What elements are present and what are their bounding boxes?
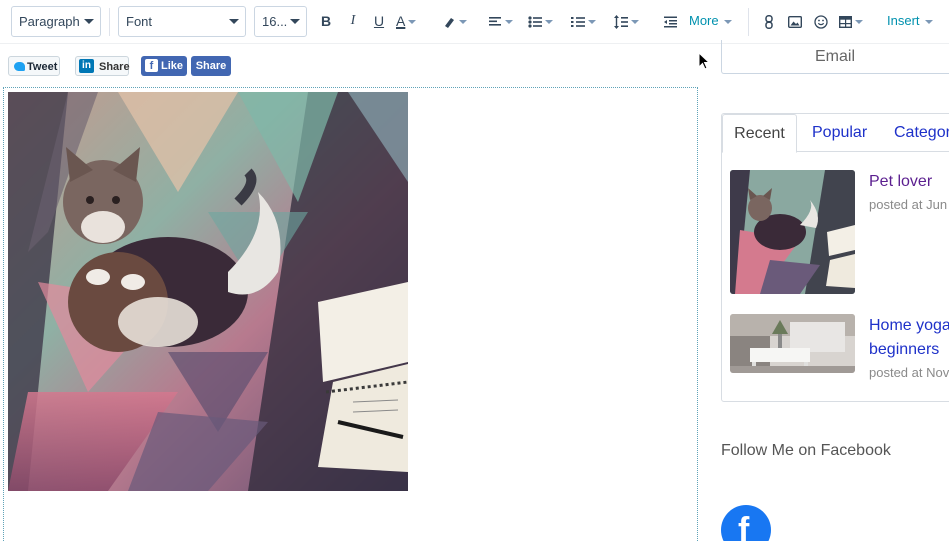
email-label: Email: [814, 48, 855, 65]
highlighter-icon: [445, 18, 454, 29]
tab-recent[interactable]: Recent: [722, 114, 797, 153]
chevron-down-icon: [631, 20, 639, 25]
font-family-select[interactable]: Font: [118, 6, 246, 37]
facebook-share-label: Share: [195, 60, 227, 72]
facebook-share-button[interactable]: Share: [191, 56, 231, 76]
link-icon: [765, 15, 773, 30]
tab-categories[interactable]: Categor: [894, 114, 949, 152]
insert-label: Insert: [887, 13, 920, 28]
post-date: posted at Nov: [869, 365, 949, 380]
numbered-list-icon: [571, 17, 585, 28]
highlight-color-button[interactable]: [442, 9, 476, 33]
post-thumbnail[interactable]: [730, 314, 855, 373]
align-left-icon: [489, 17, 501, 26]
facebook-like-button[interactable]: f Like: [141, 56, 187, 76]
paragraph-format-value: Paragraph: [19, 14, 80, 29]
font-size-value: 16...: [262, 14, 288, 29]
italic-button[interactable]: I: [345, 9, 361, 33]
toolbar-divider: [748, 8, 749, 36]
more-menu-button[interactable]: More: [689, 9, 732, 33]
chevron-down-icon: [545, 20, 553, 25]
tweet-button[interactable]: Tweet: [8, 56, 60, 76]
bold-icon: B: [320, 13, 332, 29]
linkedin-icon: in: [79, 59, 94, 73]
chevron-down-icon: [588, 20, 596, 25]
cat-photo[interactable]: [8, 92, 408, 491]
chevron-down-icon: [290, 19, 300, 24]
more-label: More: [689, 13, 719, 28]
paragraph-format-select[interactable]: Paragraph: [11, 6, 101, 37]
living-room-thumbnail-illustration: [730, 314, 855, 373]
outdent-button[interactable]: [662, 9, 678, 33]
toolbar-divider: [109, 8, 110, 36]
tab-popular-label: Popular: [812, 124, 868, 141]
chevron-down-icon: [84, 19, 94, 24]
insert-menu-button[interactable]: Insert: [887, 9, 933, 33]
text-color-icon: A: [396, 13, 406, 29]
linkedin-share-button[interactable]: in Share: [75, 56, 130, 76]
facebook-icon: f: [738, 511, 750, 541]
posts-tabs-widget: Recent Popular Categor Pet lover posted …: [721, 113, 949, 402]
facebook-icon: f: [145, 59, 158, 72]
post-date: posted at Jun: [869, 197, 947, 212]
bullet-list-button[interactable]: [528, 9, 558, 33]
outdent-icon: [663, 16, 677, 28]
insert-link-button[interactable]: [762, 9, 776, 33]
post-1-meta: posted at Jun: [869, 197, 948, 212]
follow-facebook-heading: Follow Me on Facebook: [721, 442, 891, 459]
chevron-down-icon: [924, 19, 933, 24]
tweet-label: Tweet: [27, 61, 58, 73]
facebook-like-label: Like: [161, 60, 184, 72]
insert-table-button[interactable]: [838, 9, 873, 33]
linkedin-share-label: Share: [99, 61, 130, 73]
chevron-down-icon: [229, 19, 239, 24]
cat-thumbnail-illustration: [730, 170, 855, 294]
numbered-list-button[interactable]: [571, 9, 605, 33]
line-height-icon: [614, 15, 628, 30]
post-title-link[interactable]: Pet lover: [869, 170, 932, 194]
tab-recent-label: Recent: [734, 125, 785, 142]
tab-popular[interactable]: Popular: [812, 114, 867, 152]
smiley-icon: [814, 15, 828, 29]
post-1-title: Pet lover: [869, 173, 933, 190]
underline-icon: U: [373, 13, 385, 29]
chevron-down-icon: [408, 20, 417, 25]
chevron-down-icon: [505, 20, 513, 25]
post-2-title-line1: Home yoga: [869, 317, 949, 334]
insert-emoji-button[interactable]: [813, 9, 829, 33]
bold-button[interactable]: B: [318, 9, 334, 33]
underline-button[interactable]: U: [371, 9, 387, 33]
email-subscribe-button[interactable]: Email: [721, 40, 949, 74]
chevron-down-icon: [855, 20, 863, 25]
image-icon: [787, 16, 803, 29]
align-button[interactable]: [489, 9, 519, 33]
font-family-value: Font: [126, 14, 153, 29]
text-color-button[interactable]: A: [396, 9, 430, 33]
line-height-button[interactable]: [614, 9, 648, 33]
post-title-link[interactable]: Home yoga beginners: [869, 314, 949, 362]
cat-photo-illustration: [8, 92, 408, 491]
bullet-list-icon: [528, 16, 542, 28]
font-size-select[interactable]: 16...: [254, 6, 307, 37]
table-icon: [838, 16, 853, 29]
insert-image-button[interactable]: [787, 9, 803, 33]
italic-icon: I: [350, 13, 356, 28]
editor-toolbar: Paragraph Font 16... B I U A More Insert: [0, 0, 949, 44]
post-2-title-line2: beginners: [869, 341, 940, 358]
twitter-icon: [14, 62, 25, 71]
chevron-down-icon: [459, 20, 467, 25]
post-thumbnail[interactable]: [730, 170, 855, 294]
chevron-down-icon: [723, 19, 732, 24]
mouse-pointer-icon: [698, 52, 710, 70]
facebook-follow-button[interactable]: f: [721, 505, 771, 541]
post-2-meta: posted at Nov: [869, 365, 949, 380]
tab-categories-label: Categor: [894, 124, 949, 141]
